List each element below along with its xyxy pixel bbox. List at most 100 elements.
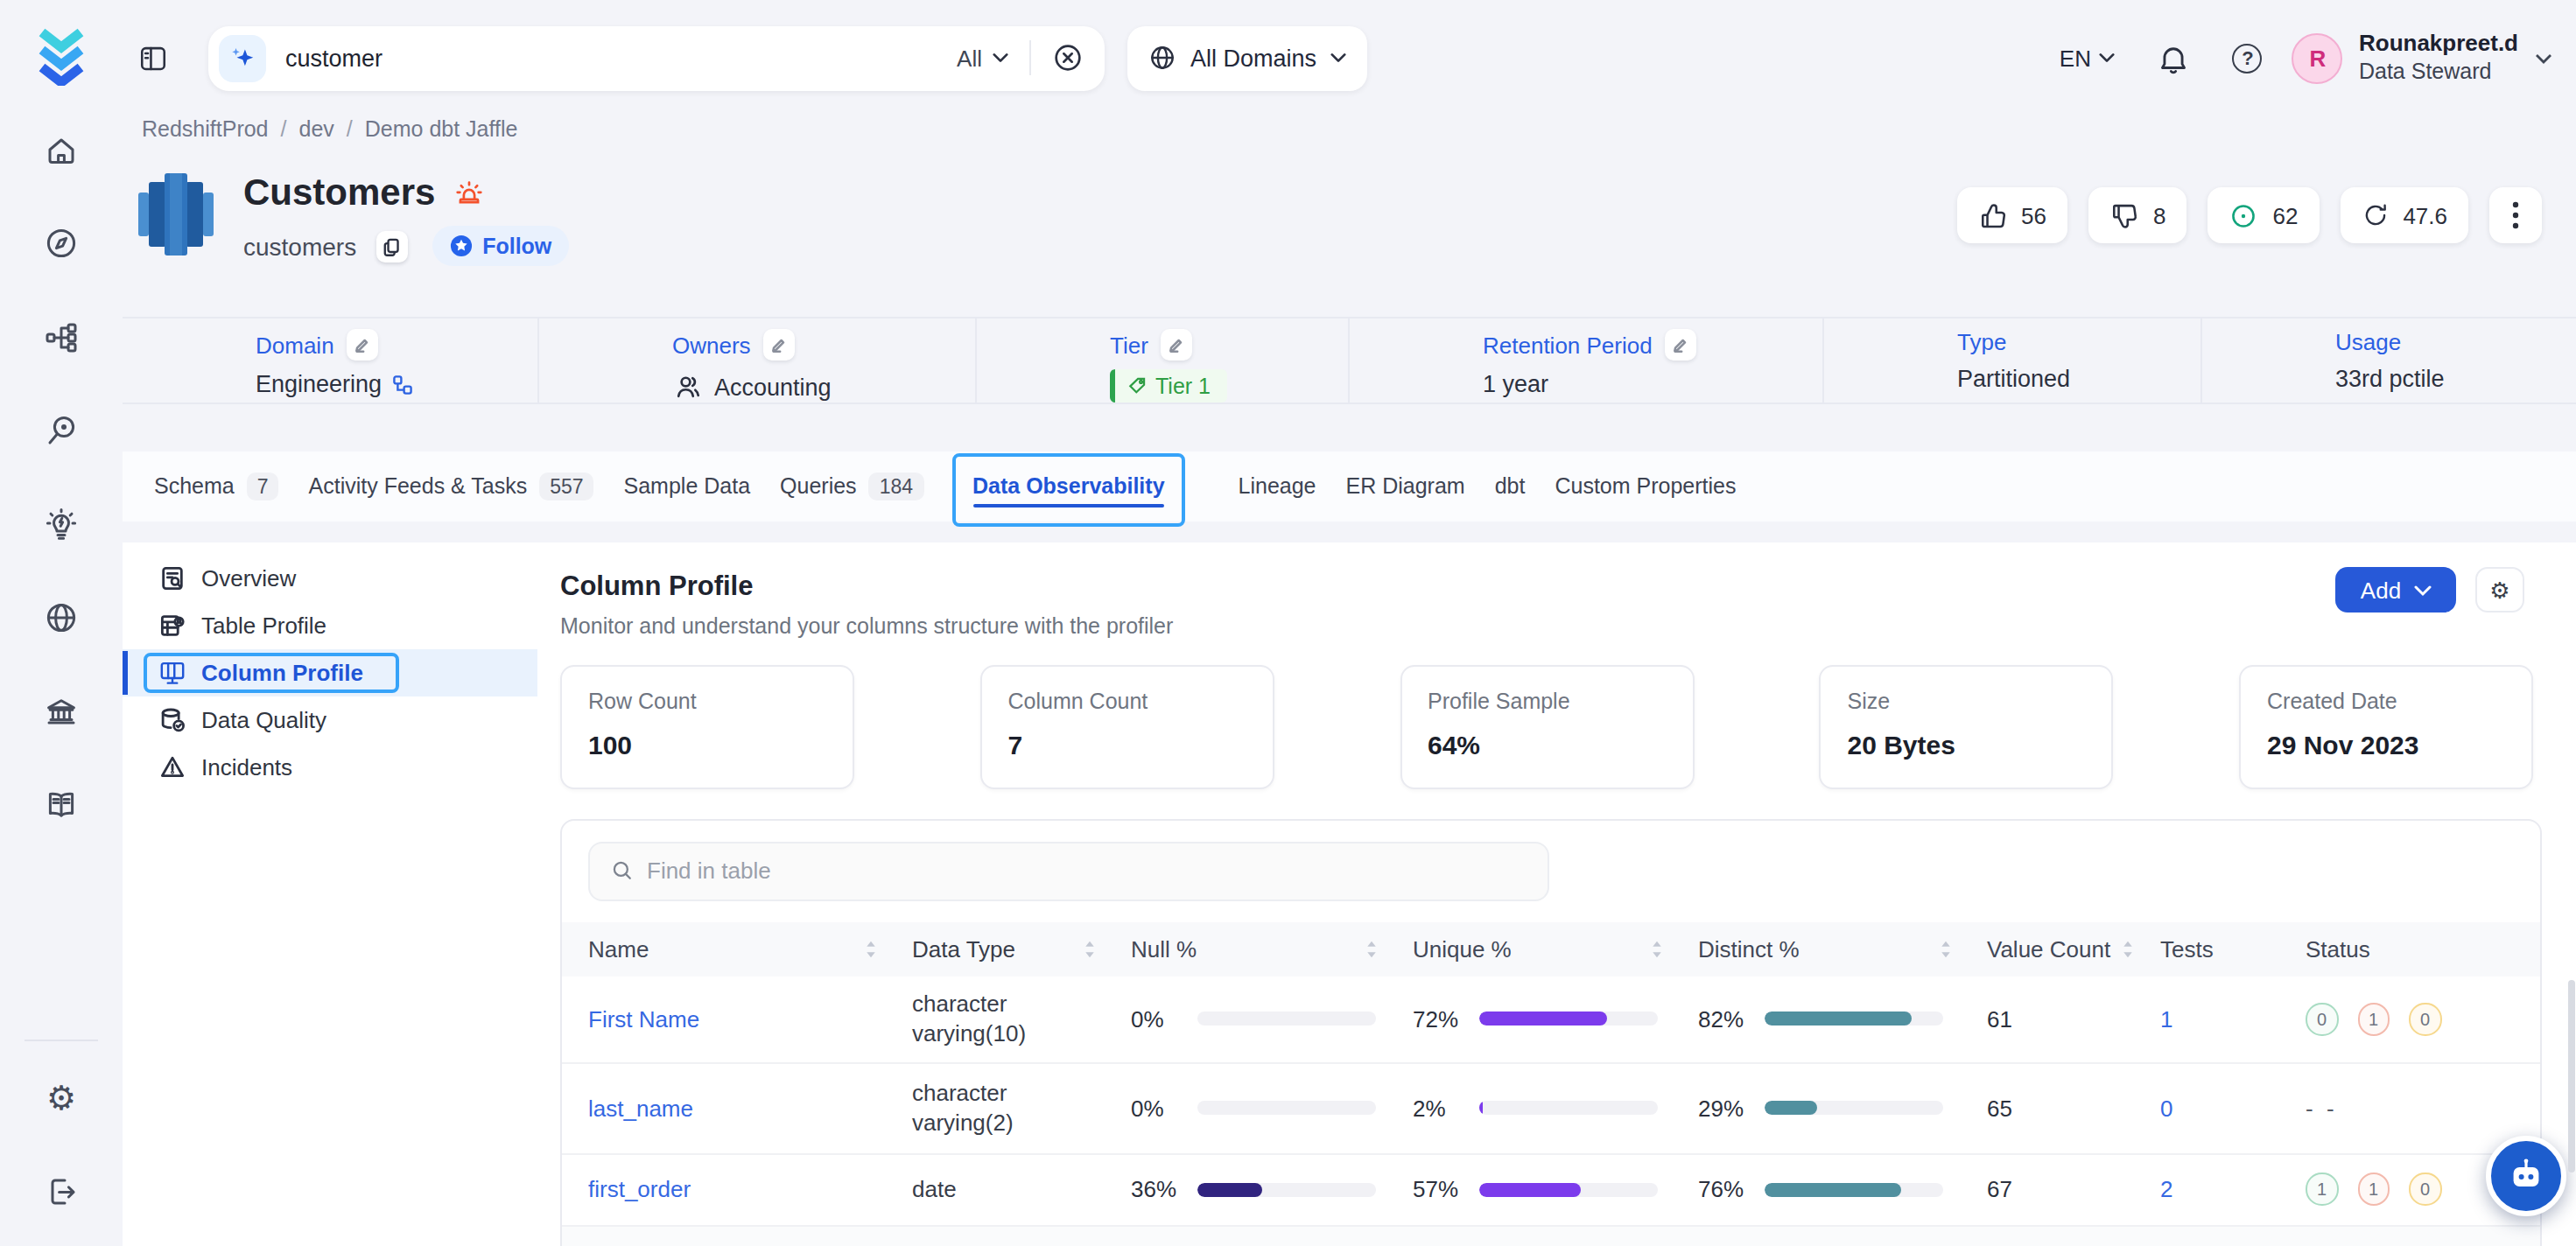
tab-lineage[interactable]: Lineage bbox=[1239, 452, 1316, 522]
avatar[interactable]: R bbox=[2292, 32, 2343, 83]
follow-button[interactable]: Follow bbox=[432, 226, 569, 266]
sort-icon[interactable] bbox=[1084, 940, 1096, 959]
sort-icon[interactable] bbox=[865, 940, 877, 959]
search-icon bbox=[610, 859, 633, 882]
alert-siren-icon[interactable] bbox=[453, 178, 484, 210]
subnav-item-incidents[interactable]: Incidents bbox=[123, 744, 537, 791]
global-search-bar[interactable]: customer All bbox=[208, 25, 1105, 90]
meta-tier: Tier Tier 1 bbox=[977, 318, 1350, 402]
profile-settings-button[interactable]: ⚙ bbox=[2475, 567, 2524, 612]
users-icon bbox=[672, 371, 704, 402]
column-link[interactable]: First Name bbox=[588, 1006, 699, 1032]
more-options-button[interactable] bbox=[2489, 187, 2542, 243]
table-row[interactable]: last_name character varying(2) 0% 2% 29%… bbox=[562, 1063, 2540, 1154]
tab-count-badge: 7 bbox=[247, 472, 279, 500]
find-in-table-input[interactable]: Find in table bbox=[587, 841, 1549, 900]
tab-queries[interactable]: Queries184 bbox=[780, 452, 923, 522]
subnav-item-column-profile[interactable]: Column Profile bbox=[123, 649, 537, 696]
app-logo-icon[interactable] bbox=[37, 23, 86, 89]
home-icon[interactable] bbox=[14, 103, 109, 197]
table-header-row: Name Data Type Null % Unique % Distinct … bbox=[562, 922, 2540, 976]
stat-value: 29 Nov 2023 bbox=[2267, 730, 2505, 760]
globe-icon[interactable] bbox=[14, 571, 109, 665]
glossary-book-icon[interactable] bbox=[14, 759, 109, 852]
notifications-bell-icon[interactable] bbox=[2158, 41, 2191, 74]
subnav-item-overview[interactable]: Overview bbox=[123, 555, 537, 602]
tab-count-badge: 184 bbox=[869, 472, 923, 500]
sort-icon[interactable] bbox=[1651, 940, 1663, 959]
tab-er-diagram[interactable]: ER Diagram bbox=[1346, 452, 1465, 522]
edit-icon[interactable] bbox=[1161, 329, 1192, 360]
language-dropdown[interactable]: EN bbox=[2060, 45, 2116, 71]
tab-activity-feeds[interactable]: Activity Feeds & Tasks557 bbox=[309, 452, 594, 522]
header-distinct-pct[interactable]: Distinct % bbox=[1698, 936, 1987, 962]
subnav-item-table-profile[interactable]: Table Profile bbox=[123, 602, 537, 649]
column-link[interactable]: last_name bbox=[588, 1095, 693, 1121]
tab-sample-data[interactable]: Sample Data bbox=[624, 452, 751, 522]
search-scope-dropdown[interactable]: All bbox=[957, 45, 1008, 71]
refresh-metric-button[interactable]: 47.6 bbox=[2340, 187, 2468, 243]
chevron-down-icon[interactable] bbox=[2534, 52, 2551, 64]
globe-icon bbox=[1148, 44, 1176, 72]
tab-dbt[interactable]: dbt bbox=[1495, 452, 1526, 522]
discover-compass-icon[interactable] bbox=[14, 197, 109, 290]
settings-gear-icon[interactable]: ⚙ bbox=[14, 1052, 109, 1145]
chatbot-button[interactable] bbox=[2486, 1136, 2566, 1216]
edit-icon[interactable] bbox=[347, 329, 378, 360]
add-button[interactable]: Add bbox=[2335, 567, 2456, 612]
stat-card-size: Size 20 Bytes bbox=[1820, 665, 2114, 789]
tests-link[interactable]: 1 bbox=[2160, 1006, 2172, 1032]
tier-badge[interactable]: Tier 1 bbox=[1110, 369, 1226, 402]
table-row[interactable]: First Name character varying(10) 0% 72% … bbox=[562, 976, 2540, 1063]
tab-data-observability[interactable]: Data Observability bbox=[972, 452, 1165, 522]
breadcrumb-item[interactable]: RedshiftProd bbox=[142, 117, 269, 142]
status-warning-badge: 0 bbox=[2409, 1173, 2441, 1206]
header-null-pct[interactable]: Null % bbox=[1131, 936, 1413, 962]
header-data-type[interactable]: Data Type bbox=[912, 934, 1131, 964]
sort-icon[interactable] bbox=[1365, 940, 1378, 959]
header-unique-pct[interactable]: Unique % bbox=[1413, 936, 1698, 962]
tab-custom-properties[interactable]: Custom Properties bbox=[1555, 452, 1736, 522]
scrollbar-thumb[interactable] bbox=[2567, 980, 2574, 1172]
header-tests[interactable]: Tests bbox=[2160, 936, 2306, 962]
meta-type: Type Partitioned bbox=[1824, 318, 2202, 402]
header-status[interactable]: Status bbox=[2306, 936, 2540, 962]
breadcrumb-item[interactable]: Demo dbt Jaffle bbox=[365, 117, 518, 142]
insights-search-icon[interactable] bbox=[14, 384, 109, 478]
help-icon[interactable]: ? bbox=[2233, 43, 2263, 73]
tag-icon bbox=[1127, 376, 1147, 396]
tests-link[interactable]: 0 bbox=[2160, 1095, 2172, 1121]
sort-icon[interactable] bbox=[2121, 940, 2133, 959]
edit-icon[interactable] bbox=[763, 329, 795, 360]
sort-icon[interactable] bbox=[1940, 940, 1952, 959]
subnav-item-data-quality[interactable]: Data Quality bbox=[123, 696, 537, 744]
ideas-bulb-icon[interactable] bbox=[14, 478, 109, 571]
logout-icon[interactable] bbox=[14, 1145, 109, 1239]
meta-value[interactable]: Engineering bbox=[256, 371, 382, 397]
search-input[interactable]: customer bbox=[285, 45, 383, 71]
table-row[interactable]: first_order date 36% 57% 76% 67 2 1 1 0 bbox=[562, 1154, 2540, 1226]
meta-value[interactable]: Accounting bbox=[714, 374, 832, 400]
tab-schema[interactable]: Schema7 bbox=[154, 452, 279, 522]
breadcrumb-item[interactable]: dev bbox=[299, 117, 334, 142]
marketplace-bank-icon[interactable] bbox=[14, 665, 109, 759]
ai-sparkle-icon[interactable] bbox=[219, 34, 266, 81]
usage-metric-button[interactable]: 62 bbox=[2207, 187, 2319, 243]
header-value-count[interactable]: Value Count bbox=[1987, 936, 2160, 962]
downvote-button[interactable]: 8 bbox=[2088, 187, 2186, 243]
status-failed-badge: 1 bbox=[2357, 1173, 2390, 1206]
tests-link[interactable]: 2 bbox=[2160, 1176, 2172, 1202]
copy-icon[interactable] bbox=[376, 230, 407, 262]
column-link[interactable]: first_order bbox=[588, 1176, 691, 1202]
stat-value: 100 bbox=[588, 730, 826, 760]
sidebar-toggle-icon[interactable] bbox=[138, 43, 168, 73]
workflow-icon[interactable] bbox=[14, 290, 109, 384]
active-focus-ring bbox=[143, 652, 398, 692]
all-domains-dropdown[interactable]: All Domains bbox=[1127, 25, 1367, 90]
clear-search-icon[interactable] bbox=[1052, 42, 1084, 74]
user-info[interactable]: Rounakpreet.d Data Steward bbox=[2359, 32, 2518, 84]
upvote-button[interactable]: 56 bbox=[1956, 187, 2067, 243]
edit-icon[interactable] bbox=[1665, 329, 1696, 360]
header-name[interactable]: Name bbox=[562, 936, 912, 962]
thumbs-down-icon bbox=[2109, 200, 2139, 230]
